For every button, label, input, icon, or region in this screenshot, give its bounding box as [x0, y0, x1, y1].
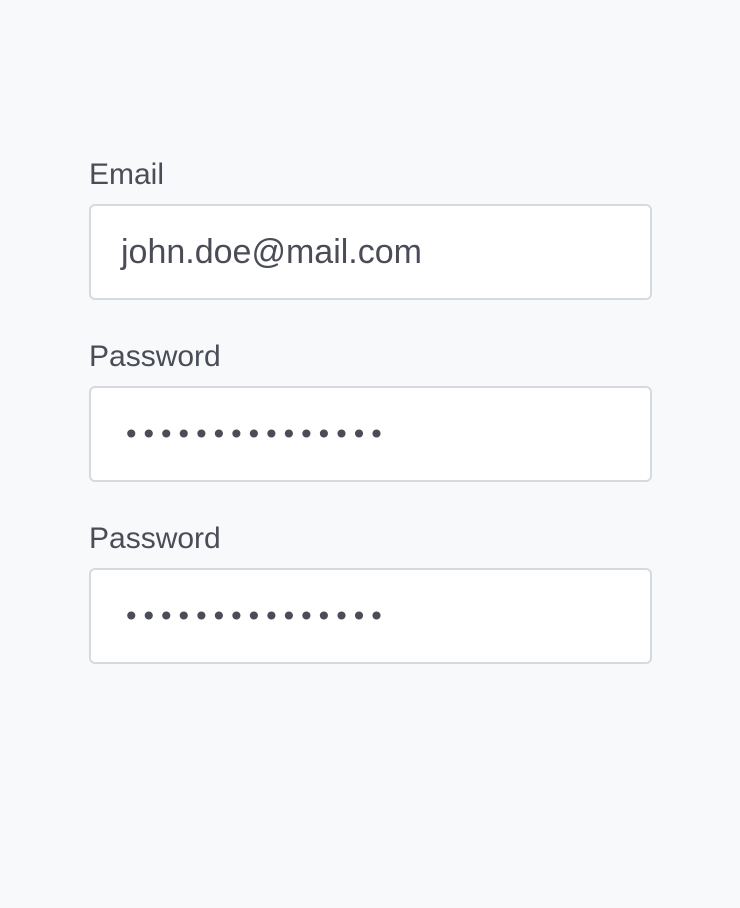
email-field-group: Email john.doe@mail.com	[89, 158, 652, 300]
confirm-password-field-group: Password •••••••••••••••	[89, 522, 652, 664]
password-input[interactable]: •••••••••••••••	[89, 386, 652, 482]
password-field-group: Password •••••••••••••••	[89, 340, 652, 482]
password-label: Password	[89, 340, 221, 373]
confirm-password-label: Password	[89, 522, 221, 555]
email-input[interactable]: john.doe@mail.com	[89, 204, 652, 300]
confirm-password-input[interactable]: •••••••••••••••	[89, 568, 652, 664]
signup-form: Email john.doe@mail.com Password •••••••…	[89, 158, 652, 704]
email-label: Email	[89, 158, 165, 191]
